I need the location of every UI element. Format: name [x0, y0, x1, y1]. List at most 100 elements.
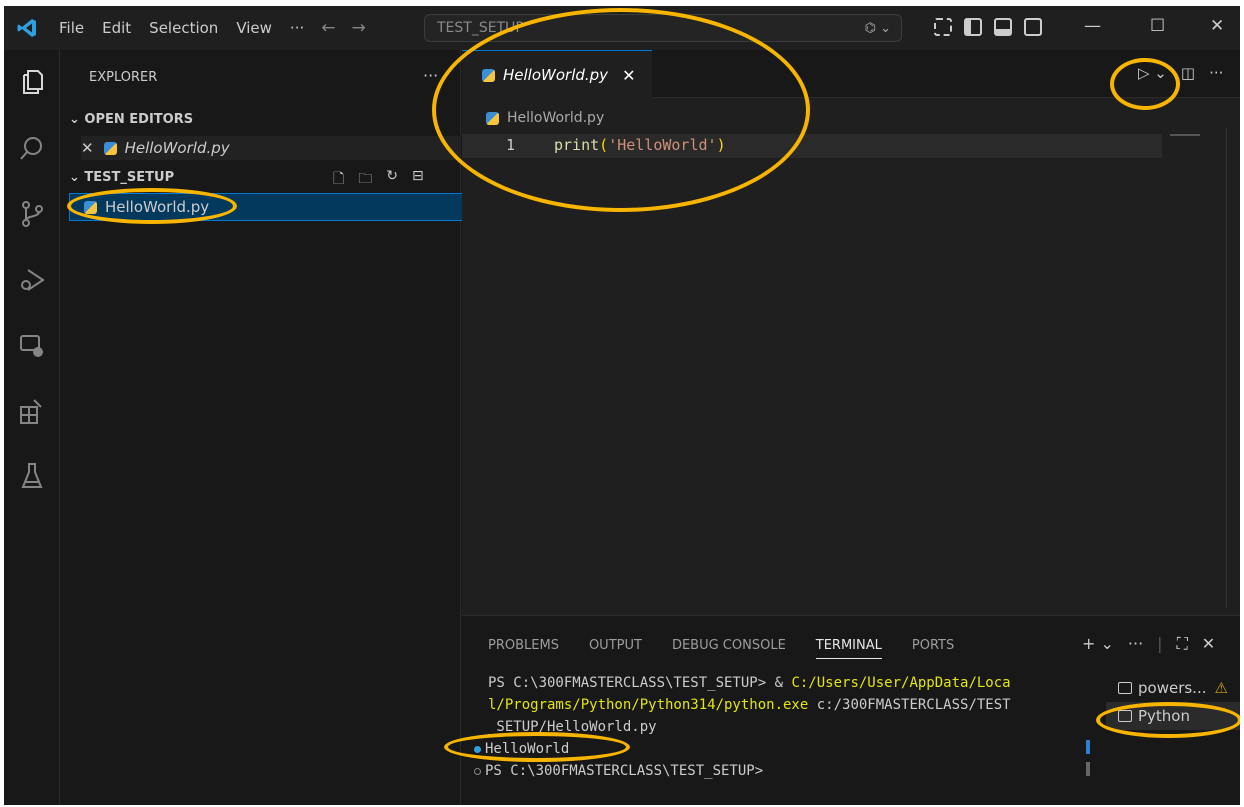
source-control-icon[interactable] [18, 200, 46, 228]
terminal-output[interactable]: PS C:\300FMASTERCLASS\TEST_SETUP> & C:/U… [474, 672, 1088, 782]
menu-file[interactable]: File [50, 19, 93, 37]
more-actions-icon[interactable]: ··· [1209, 64, 1223, 82]
terminal-entry-label: Python [1138, 707, 1190, 725]
search-label: TEST_SETUP [437, 20, 524, 36]
folder-header[interactable]: ⌄ TEST_SETUP [69, 170, 174, 185]
search-icon[interactable] [18, 134, 46, 162]
close-tab-icon[interactable]: ✕ [622, 66, 635, 85]
terminal-line: _SETUP/HelloWorld.py [488, 719, 657, 735]
terminal-entry-label: powers... [1138, 679, 1207, 697]
python-file-icon [84, 200, 97, 214]
open-editor-item[interactable]: ✕ HelloWorld.py [81, 136, 461, 160]
extensions-icon[interactable] [18, 398, 46, 426]
close-icon[interactable]: ✕ [81, 139, 94, 157]
folder-label: TEST_SETUP [84, 170, 175, 185]
python-file-icon [103, 141, 117, 155]
open-editors-header[interactable]: ⌄ OPEN EDITORS [69, 112, 193, 127]
scroll-marker [1086, 762, 1090, 776]
command-center-search[interactable]: TEST_SETUP ⌬ ⌄ [424, 14, 902, 42]
code-string: 'HelloWorld' [608, 136, 717, 154]
menu-more[interactable]: ··· [281, 19, 313, 37]
copilot-icon[interactable]: ⌬ ⌄ [865, 21, 891, 36]
minimap[interactable] [1170, 134, 1200, 136]
bottom-panel: PROBLEMS OUTPUT DEBUG CONSOLE TERMINAL P… [462, 615, 1240, 805]
back-arrow-icon[interactable]: ← [313, 18, 343, 38]
menu-view[interactable]: View [227, 19, 281, 37]
panel-actions: + ⌄ ··· | ⛶ ✕ [1082, 634, 1215, 654]
scroll-marker [1086, 740, 1090, 754]
editor-scrollbar[interactable] [1226, 128, 1227, 608]
terminal-icon [1118, 682, 1132, 694]
close-button[interactable]: ✕ [1210, 16, 1224, 36]
open-editors-label: OPEN EDITORS [84, 112, 194, 127]
title-bar: File Edit Selection View ··· ← → TEST_SE… [4, 6, 1240, 50]
remote-explorer-icon[interactable] [18, 332, 46, 360]
menu-selection[interactable]: Selection [140, 19, 227, 37]
terminal-icon [1118, 710, 1132, 722]
terminal-line: PS C:\300FMASTERCLASS\TEST_SETUP> [474, 760, 1088, 782]
toggle-secondary-sidebar-icon[interactable] [1024, 18, 1042, 36]
command-pending-icon [474, 767, 481, 775]
terminal-line: l/Programs/Python/Python314/python.exe c… [488, 697, 1011, 713]
breadcrumb-file: HelloWorld.py [507, 110, 605, 126]
tab-terminal[interactable]: TERMINAL [815, 638, 882, 659]
python-file-icon [486, 111, 499, 125]
new-file-icon[interactable]: 🗋 [333, 168, 344, 192]
customize-layout-icon[interactable] [934, 18, 952, 36]
run-python-file-icon[interactable]: ▷ ⌄ [1138, 64, 1167, 82]
tab-ports[interactable]: PORTS [912, 638, 954, 659]
panel-more-icon[interactable]: ··· [1128, 634, 1143, 654]
explorer-title: EXPLORER [89, 70, 158, 85]
open-editor-filename: HelloWorld.py [124, 139, 230, 157]
file-tree-filename: HelloWorld.py [105, 198, 210, 216]
panel-tabs: PROBLEMS OUTPUT DEBUG CONSOLE TERMINAL P… [488, 638, 954, 659]
code-line[interactable]: print('HelloWorld') [554, 136, 726, 154]
maximize-panel-icon[interactable]: ⛶ [1177, 634, 1188, 654]
split-editor-icon[interactable]: ◫ [1181, 64, 1195, 82]
vscode-window: File Edit Selection View ··· ← → TEST_SE… [4, 6, 1240, 805]
explorer-sidebar: EXPLORER ··· ⌄ OPEN EDITORS ✕ HelloWorld… [61, 50, 464, 805]
terminal-line: HelloWorld [474, 738, 1088, 760]
run-debug-icon[interactable] [18, 266, 46, 294]
editor-actions: ▷ ⌄ ◫ ··· [1138, 64, 1223, 82]
collapse-all-icon[interactable]: ⊟ [412, 168, 424, 192]
testing-icon[interactable] [18, 462, 46, 490]
activity-bar [4, 50, 60, 805]
tab-output[interactable]: OUTPUT [589, 638, 642, 659]
editor-tab-bar: HelloWorld.py ✕ ▷ ⌄ ◫ ··· [462, 50, 1240, 99]
toggle-sidebar-icon[interactable] [964, 18, 982, 36]
tab-problems[interactable]: PROBLEMS [488, 638, 559, 659]
command-success-icon [474, 745, 481, 753]
new-folder-icon[interactable]: 🗀 [358, 168, 372, 192]
breadcrumb[interactable]: HelloWorld.py [486, 110, 604, 126]
folder-actions: 🗋 🗀 ↻ ⊟ [333, 168, 424, 192]
vscode-logo-icon [4, 17, 50, 39]
minimize-button[interactable]: — [1084, 16, 1101, 36]
terminal-entry-powershell[interactable]: powers... ⚠ [1106, 674, 1240, 702]
layout-controls [934, 18, 1042, 36]
code-paren-close: ) [716, 136, 726, 154]
explorer-icon[interactable] [18, 68, 46, 96]
terminal-entry-python[interactable]: Python [1106, 702, 1240, 730]
maximize-button[interactable]: ☐ [1150, 16, 1165, 36]
close-panel-icon[interactable]: ✕ [1202, 634, 1215, 654]
file-tree-item[interactable]: HelloWorld.py [69, 193, 464, 221]
chevron-down-icon: ⌄ [69, 112, 85, 127]
editor-area: HelloWorld.py ✕ ▷ ⌄ ◫ ··· HelloWorld.py … [462, 50, 1240, 615]
terminal-line: PS C:\300FMASTERCLASS\TEST_SETUP> & C:/U… [488, 675, 1011, 691]
chevron-down-icon: ⌄ [69, 170, 85, 185]
tab-debug-console[interactable]: DEBUG CONSOLE [672, 638, 786, 659]
toggle-panel-icon[interactable] [994, 18, 1012, 36]
refresh-icon[interactable]: ↻ [386, 168, 398, 192]
warning-icon: ⚠ [1214, 679, 1228, 697]
menu-edit[interactable]: Edit [93, 19, 140, 37]
new-terminal-icon[interactable]: + ⌄ [1082, 634, 1114, 654]
divider: | [1157, 634, 1163, 653]
tab-label: HelloWorld.py [503, 66, 609, 84]
python-file-icon [482, 68, 495, 82]
tab-helloworld[interactable]: HelloWorld.py ✕ [462, 50, 652, 99]
terminal-list: powers... ⚠ Python [1106, 674, 1240, 730]
forward-arrow-icon[interactable]: → [343, 18, 373, 38]
program-output: HelloWorld [485, 741, 570, 757]
explorer-more-button[interactable]: ··· [423, 66, 438, 85]
